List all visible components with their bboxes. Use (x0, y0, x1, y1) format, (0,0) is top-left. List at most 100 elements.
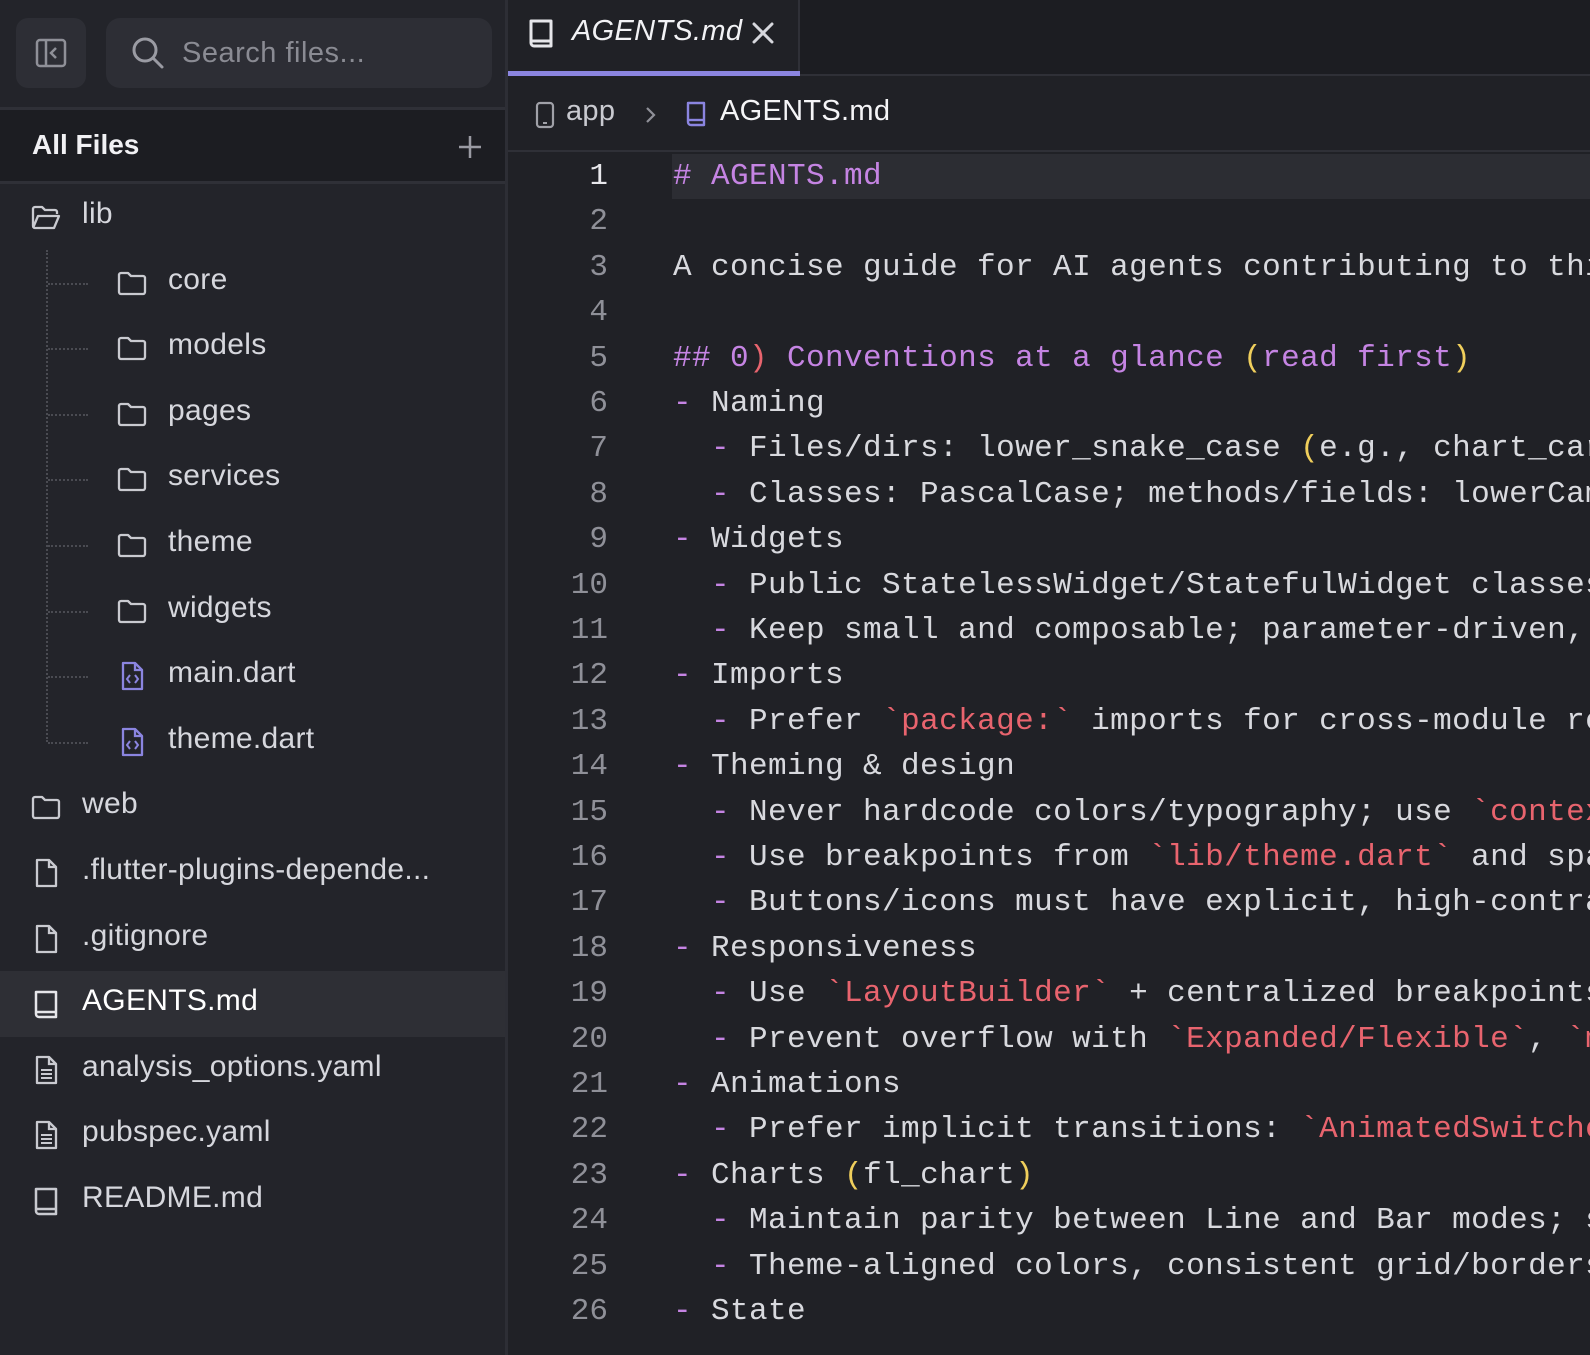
code-token: - (711, 1248, 731, 1284)
code-line[interactable]: 4 (508, 290, 1590, 335)
tree-item[interactable]: .gitignore (0, 906, 505, 972)
tree-item[interactable]: README.md (0, 1168, 505, 1234)
code-token: ( (844, 1157, 864, 1193)
code-line[interactable]: 15 - Never hardcode colors/typography; u… (508, 790, 1590, 835)
code-token: Use (730, 976, 826, 1012)
code-line[interactable]: 6 - Naming (508, 381, 1590, 426)
text-file-icon (30, 1054, 62, 1086)
code-line[interactable]: 1 # AGENTS.md (508, 154, 1590, 199)
code-line[interactable]: 12 - Imports (508, 653, 1590, 698)
tree-item[interactable]: pubspec.yaml (0, 1102, 505, 1168)
tab-bar: AGENTS.md (508, 0, 1590, 76)
tree-item-label: lib (82, 197, 113, 230)
code-token: Naming (692, 386, 826, 421)
tree-item-label: AGENTS.md (82, 984, 259, 1018)
code-line[interactable]: 8 - Classes: PascalCase; methods/fields:… (508, 472, 1590, 517)
code-token: `LayoutBuilder` (825, 976, 1111, 1012)
line-number: 11 (570, 613, 608, 648)
tree-item-label: README.md (82, 1181, 264, 1214)
code-token: Theme-aligned colors, consistent grid/bo… (730, 1248, 1590, 1284)
code-line[interactable]: 14 - Theming & design (508, 744, 1590, 789)
folder-icon (30, 791, 62, 823)
code-token: # AGENTS.md (673, 159, 883, 194)
toggle-sidebar-button[interactable] (16, 18, 86, 88)
code-line[interactable]: 5 ## 0) Conventions at a glance (read fir… (508, 336, 1590, 381)
code-line[interactable]: 19 - Use `LayoutBuilder` + centralized b… (508, 971, 1590, 1016)
code-line[interactable]: 16 - Use breakpoints from `lib/theme.dar… (508, 835, 1590, 880)
tree-branch-guide (48, 545, 88, 547)
code-text: - Public StatelessWidget/StatefulWidget … (673, 568, 1590, 603)
code-line[interactable]: 3 A concise guide for AI agents contribut… (508, 245, 1590, 290)
tree-branch-guide (48, 282, 88, 285)
code-line[interactable]: 9 - Widgets (508, 517, 1590, 562)
code-token: - (673, 1294, 693, 1329)
tree-item[interactable]: analysis_options.yaml (0, 1037, 505, 1103)
sidebar-collapse-icon (35, 38, 67, 68)
book-icon (30, 1185, 62, 1217)
code-text: # AGENTS.md (673, 159, 882, 194)
code-text: - State (673, 1294, 806, 1329)
line-number: 18 (570, 930, 608, 966)
code-token: - (673, 1067, 693, 1102)
code-line[interactable]: 18 - Responsiveness (508, 926, 1590, 971)
line-number: 4 (589, 295, 608, 331)
line-number: 20 (570, 1021, 608, 1057)
line-number: 8 (589, 476, 608, 512)
code-line[interactable]: 17 - Buttons/icons must have explicit, h… (508, 880, 1590, 925)
code-token: - (711, 476, 731, 512)
code-line[interactable]: 2 (508, 199, 1590, 244)
code-token: Responsiveness (692, 930, 978, 966)
all-files-header: All Files (0, 110, 505, 184)
code-line[interactable]: 11 - Keep small and composable; paramete… (508, 608, 1590, 653)
code-token: - (711, 840, 731, 875)
breadcrumb-parent[interactable]: app (566, 95, 615, 128)
tree-item[interactable]: web (0, 774, 505, 840)
code-text: A concise guide for AI agents contributi… (673, 250, 1590, 285)
device-icon (535, 101, 555, 129)
tab-agents-md[interactable]: AGENTS.md (508, 0, 800, 76)
code-line[interactable]: 22 - Prefer implicit transitions: `Anima… (508, 1107, 1590, 1152)
code-line[interactable]: 10 - Public StatelessWidget/StatefulWidg… (508, 563, 1590, 608)
code-text: - Classes: PascalCase; methods/fields: l… (673, 477, 1590, 512)
code-token: ) (749, 340, 769, 376)
code-token: `AnimatedSwitche (1300, 1112, 1590, 1148)
add-file-icon[interactable] (455, 132, 485, 162)
code-token: State (692, 1294, 807, 1329)
tree-item-label: .flutter-plugins-depende... (82, 853, 431, 886)
code-line[interactable]: 24 - Maintain parity between Line and Ba… (508, 1198, 1590, 1243)
code-token: - (711, 1112, 731, 1148)
code-token: Never hardcode colors/typography; use (730, 794, 1472, 830)
book-icon (529, 19, 553, 48)
code-line[interactable]: 13 - Prefer `package:` imports for cross… (508, 699, 1590, 744)
code-line[interactable]: 26 - State (508, 1289, 1590, 1334)
line-number: 23 (570, 1157, 608, 1193)
code-text: - Prefer implicit transitions: `Animated… (673, 1112, 1590, 1147)
code-line[interactable]: 7 - Files/dirs: lower_snake_case (e.g., … (508, 426, 1590, 471)
tree-item[interactable]: AGENTS.md (0, 971, 505, 1038)
code-file-icon (116, 660, 148, 692)
tree-item[interactable]: .flutter-plugins-depende... (0, 840, 505, 906)
line-number: 17 (570, 885, 608, 921)
code-line[interactable]: 23 - Charts (fl_chart) (508, 1153, 1590, 1198)
code-token: - (711, 613, 731, 648)
folder-icon (116, 529, 148, 561)
search-files-input[interactable] (180, 35, 474, 71)
tree-item[interactable]: lib (0, 184, 505, 250)
search-files-box[interactable] (106, 18, 492, 88)
code-editor[interactable]: 1 # AGENTS.md 2 3 A concise guide for AI age… (508, 152, 1590, 1355)
code-token: - (711, 794, 731, 830)
code-line[interactable]: 25 - Theme-aligned colors, consistent gr… (508, 1244, 1590, 1289)
line-number: 10 (570, 567, 608, 603)
close-icon[interactable] (750, 20, 776, 46)
code-text: - Use `LayoutBuilder` + centralized brea… (673, 976, 1590, 1011)
code-line[interactable]: 20 - Prevent overflow with `Expanded/Fle… (508, 1017, 1590, 1062)
code-line[interactable]: 21 - Animations (508, 1062, 1590, 1107)
tree-item-label: .gitignore (82, 918, 209, 952)
